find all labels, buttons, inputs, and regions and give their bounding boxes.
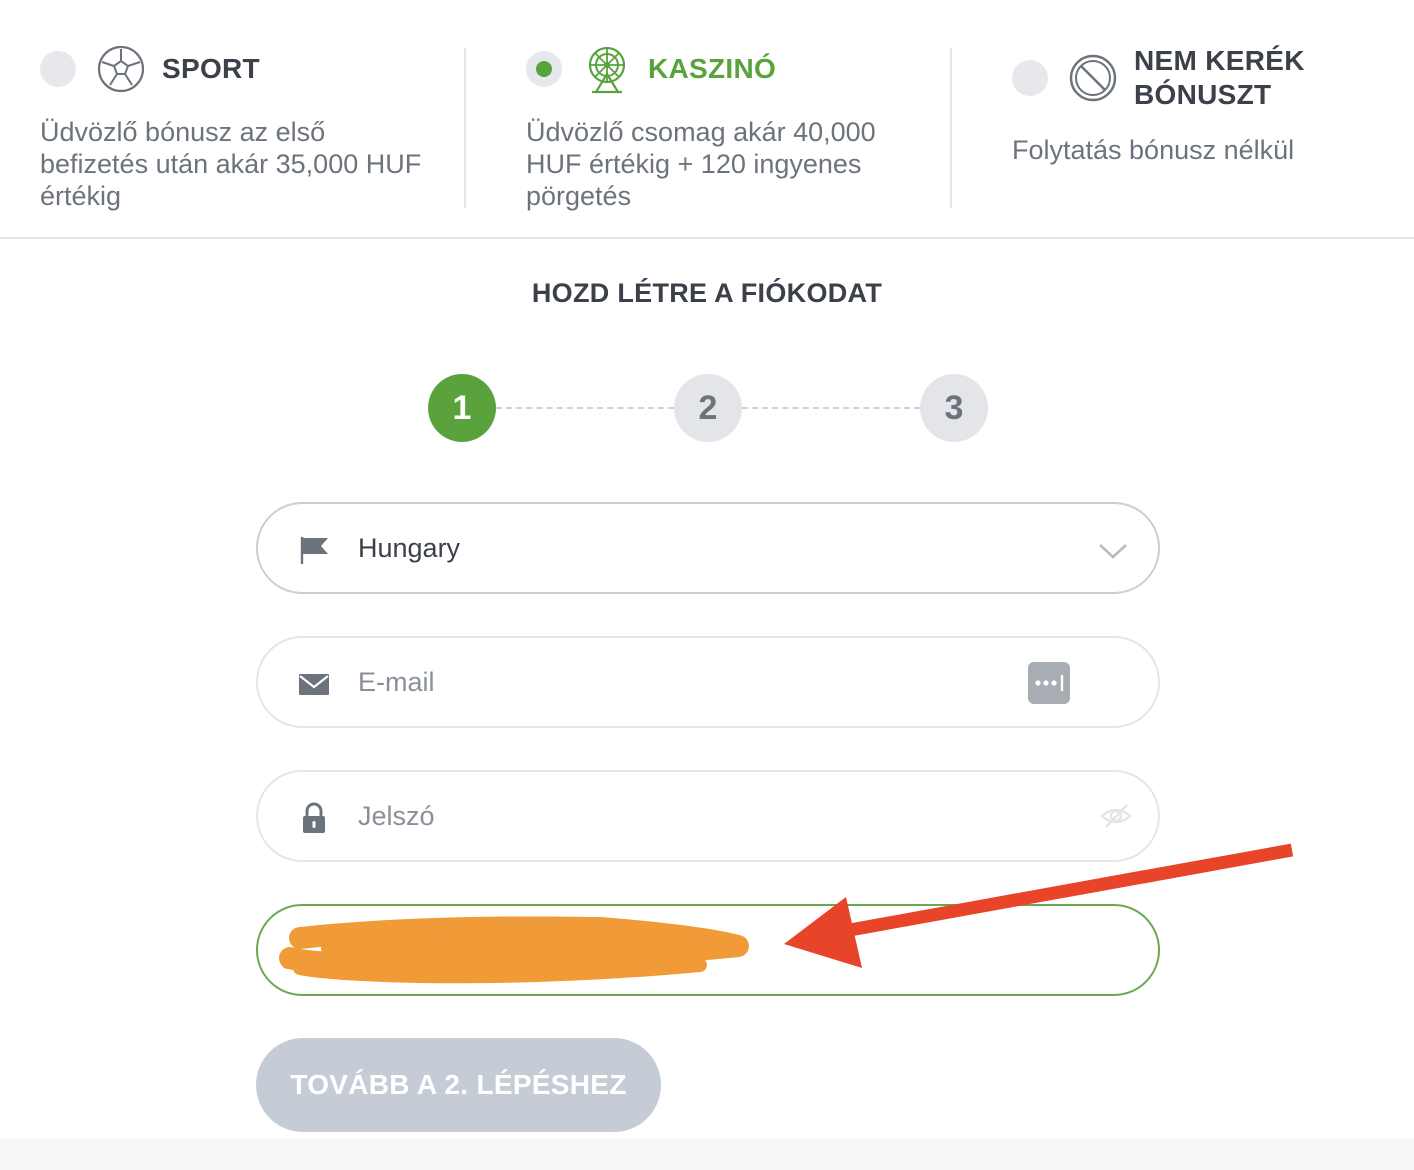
page-bottom (0, 1138, 1414, 1170)
step-connector (496, 407, 674, 409)
step-1: 1 (428, 374, 496, 442)
wheel-of-fortune-icon (588, 46, 626, 94)
envelope-icon (299, 674, 329, 695)
flag-icon (300, 537, 328, 564)
email-field[interactable]: E-mail (256, 636, 1160, 728)
bonus-description-casino: Üdvözlő csomag akár 40,000 HUF értékig +… (526, 117, 876, 211)
country-value: Hungary (358, 532, 461, 563)
radio-no-bonus[interactable] (1012, 60, 1048, 96)
bonus-title-sport: SPORT (162, 53, 260, 84)
radio-sport[interactable] (40, 51, 76, 87)
country-select[interactable]: Hungary (256, 502, 1160, 594)
bonus-title-no-bonus: NEM KERÉK BÓNUSZT (1134, 45, 1305, 110)
bonus-option-sport[interactable]: SPORT Üdvözlő bónusz az első befizetés u… (40, 44, 440, 212)
chevron-down-icon[interactable] (1096, 534, 1130, 568)
step-connector (742, 407, 920, 409)
divider (464, 48, 466, 208)
password-field[interactable]: Jelszó (256, 770, 1160, 862)
eye-slash-icon[interactable] (1100, 800, 1132, 832)
password-manager-icon[interactable] (1028, 662, 1070, 704)
bonus-option-casino[interactable]: KASZINÓ Üdvözlő csomag akár 40,000 HUF é… (526, 44, 926, 212)
bonus-title-casino: KASZINÓ (648, 53, 777, 84)
form-title: HOZD LÉTRE A FIÓKODAT (531, 278, 883, 308)
step-2: 2 (674, 374, 742, 442)
lock-icon (303, 802, 325, 833)
bonus-option-no-bonus[interactable]: NEM KERÉK BÓNUSZT Folytatás bónusz nélkü… (1012, 44, 1392, 166)
bonus-description-no-bonus: Folytatás bónusz nélkül (1012, 135, 1295, 165)
password-input[interactable]: Jelszó (358, 801, 435, 832)
promo-code-field[interactable] (256, 904, 1160, 996)
no-entry-icon (1069, 54, 1117, 102)
soccer-ball-icon (97, 45, 145, 93)
radio-casino[interactable] (526, 51, 562, 87)
email-input[interactable]: E-mail (358, 667, 435, 698)
bonus-selector: SPORT Üdvözlő bónusz az első befizetés u… (0, 0, 1414, 239)
bonus-description-sport: Üdvözlő bónusz az első befizetés után ak… (40, 117, 422, 211)
next-step-button[interactable]: TOVÁBB A 2. LÉPÉSHEZ (256, 1038, 661, 1132)
step-3: 3 (920, 374, 988, 442)
divider (950, 48, 952, 208)
